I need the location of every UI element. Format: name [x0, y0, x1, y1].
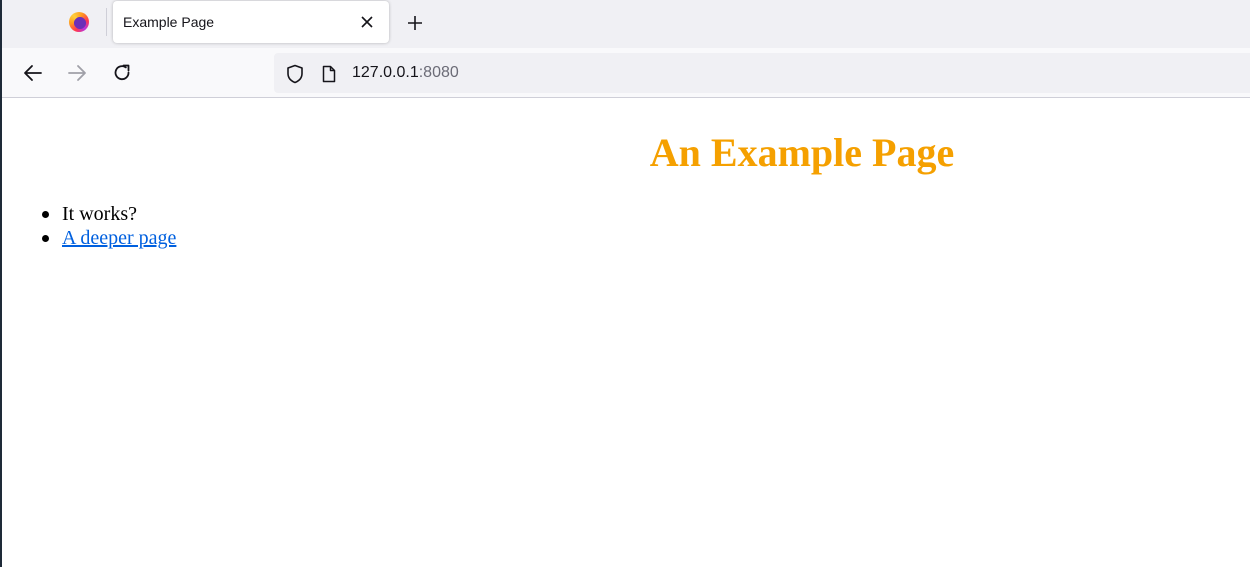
reload-icon: [114, 64, 130, 81]
tab-title: Example Page: [123, 14, 215, 30]
deeper-page-link[interactable]: A deeper page: [62, 227, 176, 249]
url-text[interactable]: 127.0.0.1:8080: [352, 64, 459, 82]
firefox-logo-icon: [69, 12, 89, 32]
close-icon: [361, 16, 373, 28]
reload-button[interactable]: [109, 60, 135, 86]
tab-example-page[interactable]: Example Page: [113, 1, 389, 43]
shield-icon: [287, 64, 303, 84]
bullet: [42, 211, 49, 218]
page-title: An Example Page: [649, 130, 955, 175]
tab-divider: [106, 8, 107, 36]
back-button[interactable]: [20, 60, 46, 86]
firefox-view-button[interactable]: [54, 0, 104, 44]
arrow-right-icon: [68, 65, 86, 81]
bullet: [42, 235, 49, 242]
navigation-toolbar: 127.0.0.1:8080: [2, 48, 1250, 98]
site-info-button[interactable]: [319, 63, 339, 85]
tab-strip: Example Page: [2, 0, 1250, 48]
forward-button[interactable]: [64, 60, 90, 86]
tracking-protection-button[interactable]: [284, 63, 306, 85]
list-item: A deeper page: [42, 226, 176, 250]
arrow-left-icon: [24, 65, 42, 81]
url-host: 127.0.0.1: [352, 64, 419, 81]
tab-close-button[interactable]: [357, 12, 377, 32]
item-list: It works? A deeper page: [42, 202, 176, 250]
url-bar[interactable]: 127.0.0.1:8080: [274, 53, 1250, 93]
page-content: An Example Page It works? A deeper page: [2, 99, 1250, 567]
new-tab-button[interactable]: [402, 10, 428, 36]
list-item-text: It works?: [62, 203, 137, 225]
page-icon: [322, 65, 336, 83]
url-port: :8080: [418, 64, 459, 81]
plus-icon: [408, 16, 422, 30]
list-item: It works?: [42, 202, 176, 226]
